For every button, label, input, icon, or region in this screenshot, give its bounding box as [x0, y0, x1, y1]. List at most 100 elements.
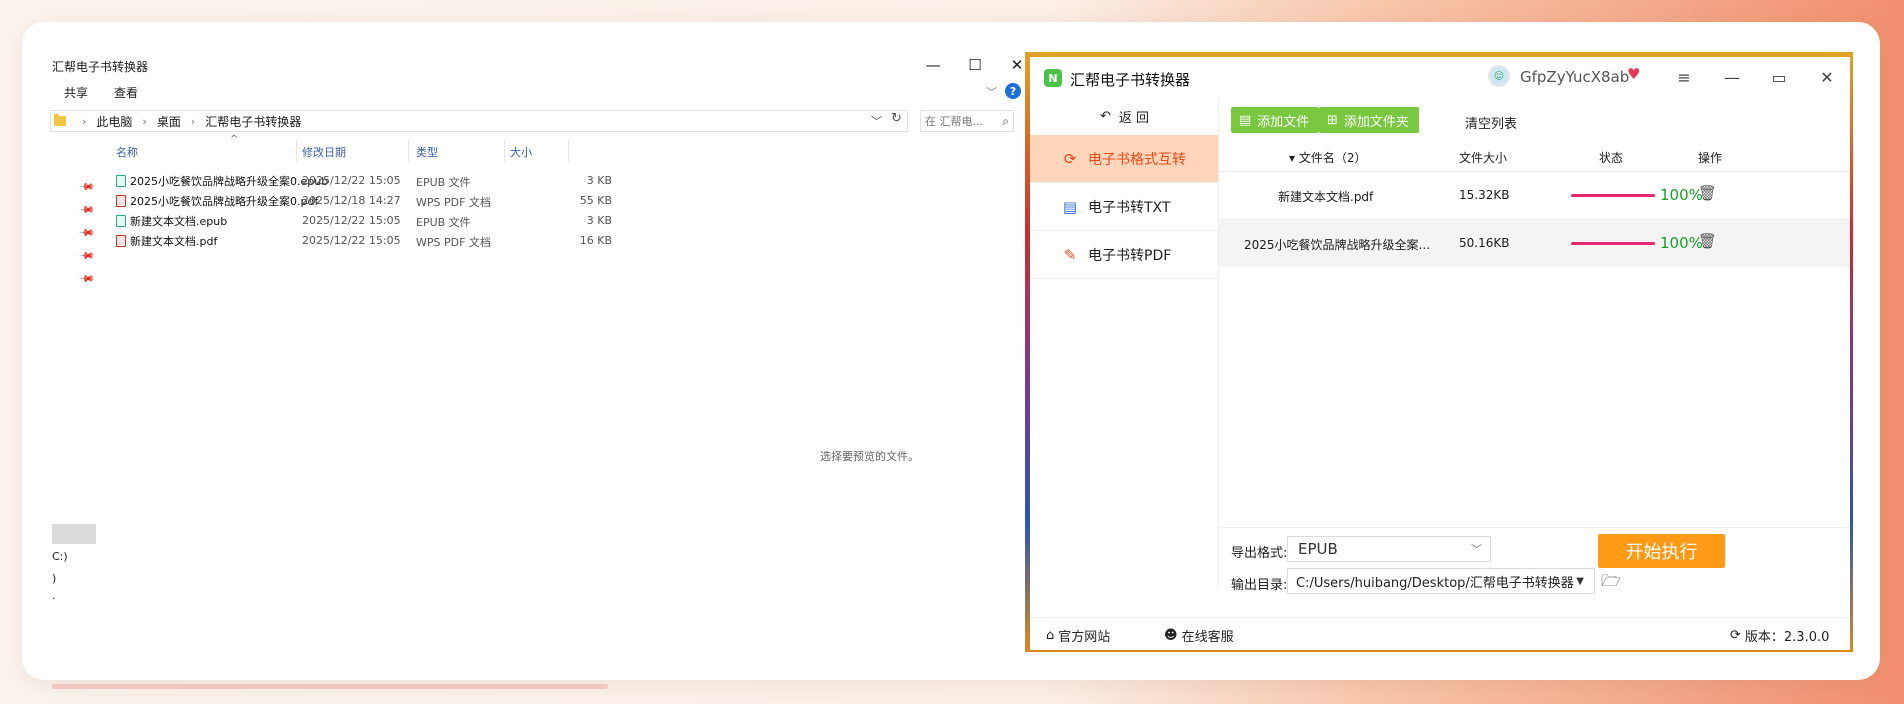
row-file-size: 15.32KB: [1459, 188, 1510, 202]
address-dropdown-icon[interactable]: ﹀: [871, 113, 882, 129]
add-file-button[interactable]: ▤ 添加文件: [1231, 107, 1320, 133]
nav-pane-item[interactable]: ): [52, 572, 56, 585]
start-button[interactable]: 开始执行: [1598, 534, 1725, 568]
txt-icon: ▤: [1062, 197, 1078, 216]
vip-heart-icon[interactable]: ♥: [1627, 65, 1640, 83]
pin-icon[interactable]: 📌: [78, 225, 95, 242]
menu-share[interactable]: 共享: [64, 84, 88, 101]
sidebar: ↶ 返 回 ⟳ 电子书格式互转 ▤ 电子书转TXT ✎ 电子书转PDF: [1030, 97, 1219, 587]
maximize-button[interactable]: ▭: [1765, 63, 1793, 91]
table-row[interactable]: 新建文本文档.pdf 15.32KB 100% 🗑: [1219, 171, 1850, 219]
file-row[interactable]: 新建文本文档.pdf 2025/12/22 15:05 WPS PDF 文档 1…: [116, 230, 734, 250]
table-row[interactable]: 2025小吃餐饮品牌战略升级全案... 50.16KB 100% 🗑: [1219, 219, 1850, 267]
file-name: 新建文本文档.epub: [130, 215, 228, 228]
file-date: 2025/12/22 15:05: [302, 174, 401, 187]
open-folder-icon[interactable]: 🗁: [1601, 570, 1621, 597]
menu-icon[interactable]: ≡: [1670, 63, 1698, 91]
file-name: 2025小吃餐饮品牌战略升级全案0.epub: [130, 175, 329, 188]
update-icon: ⟳: [1730, 628, 1741, 643]
row-progress-bar: [1571, 242, 1655, 245]
minimize-button[interactable]: —: [916, 52, 950, 78]
column-header-date[interactable]: 修改日期: [302, 144, 346, 160]
nav-pane-item[interactable]: ·: [52, 592, 56, 605]
table-header-action: 操作: [1698, 151, 1723, 165]
output-settings: 导出格式: EPUB ﹀ 输出目录: C:/Users/huibang/Desk…: [1219, 527, 1850, 618]
file-row[interactable]: 新建文本文档.epub 2025/12/22 15:05 EPUB 文件 3 K…: [116, 210, 734, 230]
support-label: 在线客服: [1181, 630, 1234, 645]
file-row[interactable]: 2025小吃餐饮品牌战略升级全案0.epub 2025/12/22 15:05 …: [116, 170, 734, 190]
breadcrumb-desktop[interactable]: 桌面: [157, 113, 181, 130]
address-bar[interactable]: › 此电脑 › 桌面 › 汇帮电子书转换器 ﹀ ↻: [50, 110, 908, 132]
clear-list-button[interactable]: 清空列表: [1465, 113, 1517, 132]
help-icon[interactable]: ?: [1005, 83, 1021, 99]
app-logo-icon: N: [1044, 69, 1062, 87]
pdf-icon: [116, 235, 126, 247]
close-button[interactable]: ✕: [1813, 63, 1841, 91]
app-titlebar: N 汇帮电子书转换器 ☺ GfpZyYucX8ab ♥ ≡ — ▭ ✕: [1030, 57, 1850, 97]
file-explorer-window: 汇帮电子书转换器 — ☐ ✕ 共享 查看 ﹀ ? › 此电脑 › 桌面 › 汇帮…: [50, 50, 1026, 650]
support-icon: ☻: [1164, 628, 1178, 643]
breadcrumb-this-pc[interactable]: 此电脑: [96, 113, 132, 130]
column-divider[interactable]: [504, 140, 505, 162]
add-file-label: 添加文件: [1257, 114, 1310, 130]
ribbon-collapse-icon[interactable]: ﹀: [986, 84, 997, 100]
back-arrow-icon: ↶: [1100, 109, 1111, 124]
nav-pane-selected-item[interactable]: [52, 524, 96, 544]
epub-icon: [116, 215, 126, 227]
row-progress-bar: [1571, 194, 1655, 197]
column-header-name[interactable]: 名称: [116, 144, 138, 160]
pin-icon[interactable]: 📌: [78, 179, 95, 196]
column-divider[interactable]: [568, 140, 569, 162]
file-row[interactable]: 2025小吃餐饮品牌战略升级全案0.pdf 2025/12/18 14:27 W…: [116, 190, 734, 210]
back-label: 返 回: [1118, 111, 1150, 126]
delete-icon[interactable]: 🗑: [1698, 232, 1717, 250]
main-panel: ▤ 添加文件 ⊞ 添加文件夹 清空列表 ▾ 文件名（2） 文件大小 状态 操作 …: [1219, 97, 1850, 587]
pin-icon[interactable]: 📌: [78, 271, 95, 288]
nav-pane-drive[interactable]: C:): [52, 550, 68, 563]
menu-view[interactable]: 查看: [114, 84, 138, 101]
breadcrumb-folder[interactable]: 汇帮电子书转换器: [205, 113, 301, 130]
website-link[interactable]: ⌂ 官方网站: [1046, 626, 1110, 645]
chevron-down-icon: ▼: [1576, 575, 1584, 587]
sidebar-item-label: 电子书转PDF: [1088, 247, 1172, 264]
epub-icon: [116, 175, 126, 187]
pin-icon[interactable]: 📌: [78, 202, 95, 219]
website-label: 官方网站: [1058, 630, 1111, 645]
column-header-size[interactable]: 大小: [510, 144, 532, 160]
row-progress-percent: 100%: [1660, 234, 1703, 252]
search-placeholder: 在 汇帮电...: [925, 115, 983, 128]
search-icon: ⌕: [1002, 113, 1009, 128]
add-folder-button[interactable]: ⊞ 添加文件夹: [1319, 107, 1419, 133]
back-button[interactable]: ↶ 返 回: [1100, 107, 1149, 126]
table-header-name[interactable]: ▾ 文件名（2）: [1289, 149, 1367, 166]
version-info[interactable]: ⟳ 版本：2.3.0.0: [1730, 626, 1829, 645]
sidebar-item-to-pdf[interactable]: ✎ 电子书转PDF: [1030, 231, 1218, 279]
delete-icon[interactable]: 🗑: [1698, 184, 1717, 202]
username[interactable]: GfpZyYucX8ab: [1520, 68, 1629, 86]
version-label: 版本：2.3.0.0: [1744, 630, 1830, 645]
maximize-button[interactable]: ☐: [958, 52, 992, 78]
sidebar-item-label: 电子书格式互转: [1088, 151, 1186, 168]
sort-ascending-icon: ^: [230, 134, 239, 145]
file-size: 3 KB: [586, 174, 612, 187]
refresh-icon[interactable]: ↻: [891, 111, 902, 126]
table-header-size: 文件大小: [1459, 151, 1508, 165]
table-header-status: 状态: [1599, 151, 1624, 165]
scroll-indicator[interactable]: [52, 684, 608, 689]
file-type: WPS PDF 文档: [416, 196, 491, 209]
row-progress-percent: 100%: [1660, 186, 1703, 204]
sidebar-item-format-convert[interactable]: ⟳ 电子书格式互转: [1030, 135, 1218, 183]
sidebar-item-to-txt[interactable]: ▤ 电子书转TXT: [1030, 183, 1218, 231]
pin-icon[interactable]: 📌: [78, 248, 95, 265]
explorer-title: 汇帮电子书转换器: [52, 60, 149, 74]
column-divider[interactable]: [296, 140, 297, 162]
support-link[interactable]: ☻ 在线客服: [1164, 626, 1234, 645]
column-divider[interactable]: [408, 140, 409, 162]
avatar[interactable]: ☺: [1488, 65, 1510, 87]
output-dir-input[interactable]: C:/Users/huibang/Desktop/汇帮电子书转换器 ▼: [1287, 568, 1595, 594]
minimize-button[interactable]: —: [1718, 63, 1746, 91]
pdf-icon: [116, 195, 126, 207]
search-input[interactable]: 在 汇帮电... ⌕: [920, 110, 1014, 132]
column-header-type[interactable]: 类型: [416, 144, 438, 160]
export-format-select[interactable]: EPUB ﹀: [1287, 536, 1491, 562]
